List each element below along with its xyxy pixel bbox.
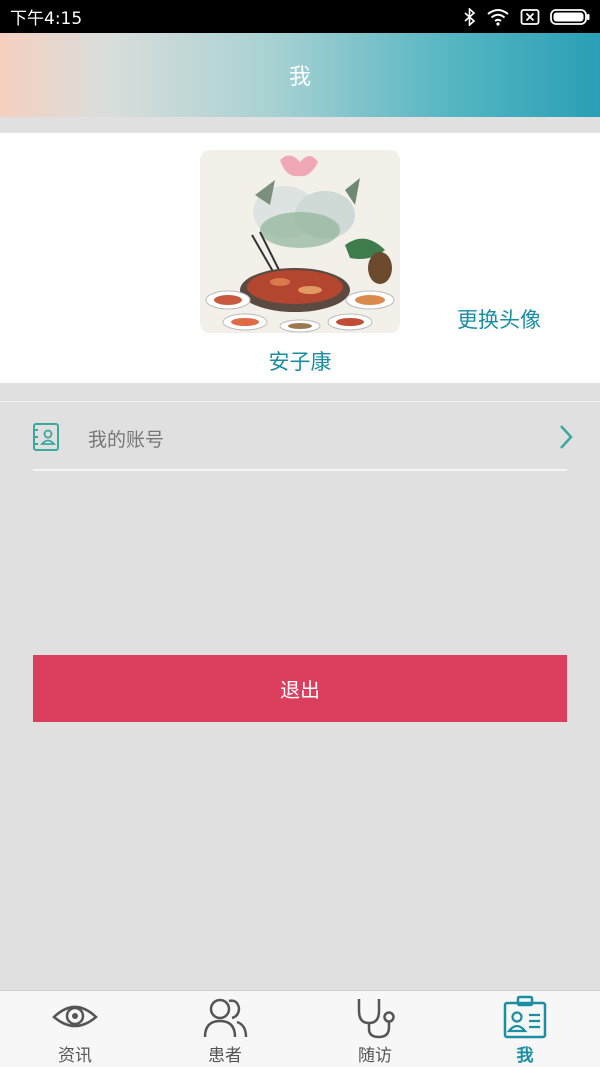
tab-followup[interactable]: 随访 bbox=[300, 991, 450, 1067]
patients-icon bbox=[203, 998, 248, 1038]
contacts-book-icon bbox=[33, 423, 59, 451]
status-time: 下午4:15 bbox=[10, 9, 83, 29]
tab-news[interactable]: 资讯 bbox=[0, 991, 150, 1067]
eye-icon bbox=[52, 1005, 98, 1028]
my-account-row[interactable]: 我的账号 bbox=[0, 401, 600, 471]
tab-patients[interactable]: 患者 bbox=[150, 991, 300, 1067]
bluetooth-icon bbox=[464, 7, 476, 26]
tab-patients-label: 患者 bbox=[208, 1046, 242, 1066]
no-sim-icon bbox=[520, 8, 540, 25]
stethoscope-icon bbox=[357, 999, 395, 1039]
avatar[interactable] bbox=[200, 150, 400, 333]
username: 安子康 bbox=[268, 350, 332, 374]
battery-icon bbox=[550, 8, 590, 25]
id-badge-icon bbox=[503, 995, 547, 1039]
tab-me-label: 我 bbox=[516, 1046, 534, 1066]
tab-me[interactable]: 我 bbox=[450, 991, 600, 1067]
profile-card: 更换头像 安子康 bbox=[0, 133, 600, 383]
status-icons bbox=[464, 7, 590, 26]
page-title: 我 bbox=[288, 65, 311, 90]
tab-news-label: 资讯 bbox=[58, 1046, 92, 1066]
chevron-right-icon bbox=[560, 425, 573, 449]
avatar-image bbox=[200, 150, 400, 333]
wifi-icon bbox=[487, 8, 509, 26]
my-account-label: 我的账号 bbox=[88, 429, 165, 451]
bottom-tab-bar: 资讯 患者 随访 我 bbox=[0, 990, 600, 1067]
page-header: 我 bbox=[0, 33, 600, 117]
change-avatar-link[interactable]: 更换头像 bbox=[457, 304, 541, 334]
logout-button[interactable]: 退出 bbox=[33, 655, 567, 722]
tab-followup-label: 随访 bbox=[358, 1046, 392, 1066]
divider bbox=[33, 469, 567, 471]
status-bar: 下午4:15 bbox=[0, 0, 600, 33]
